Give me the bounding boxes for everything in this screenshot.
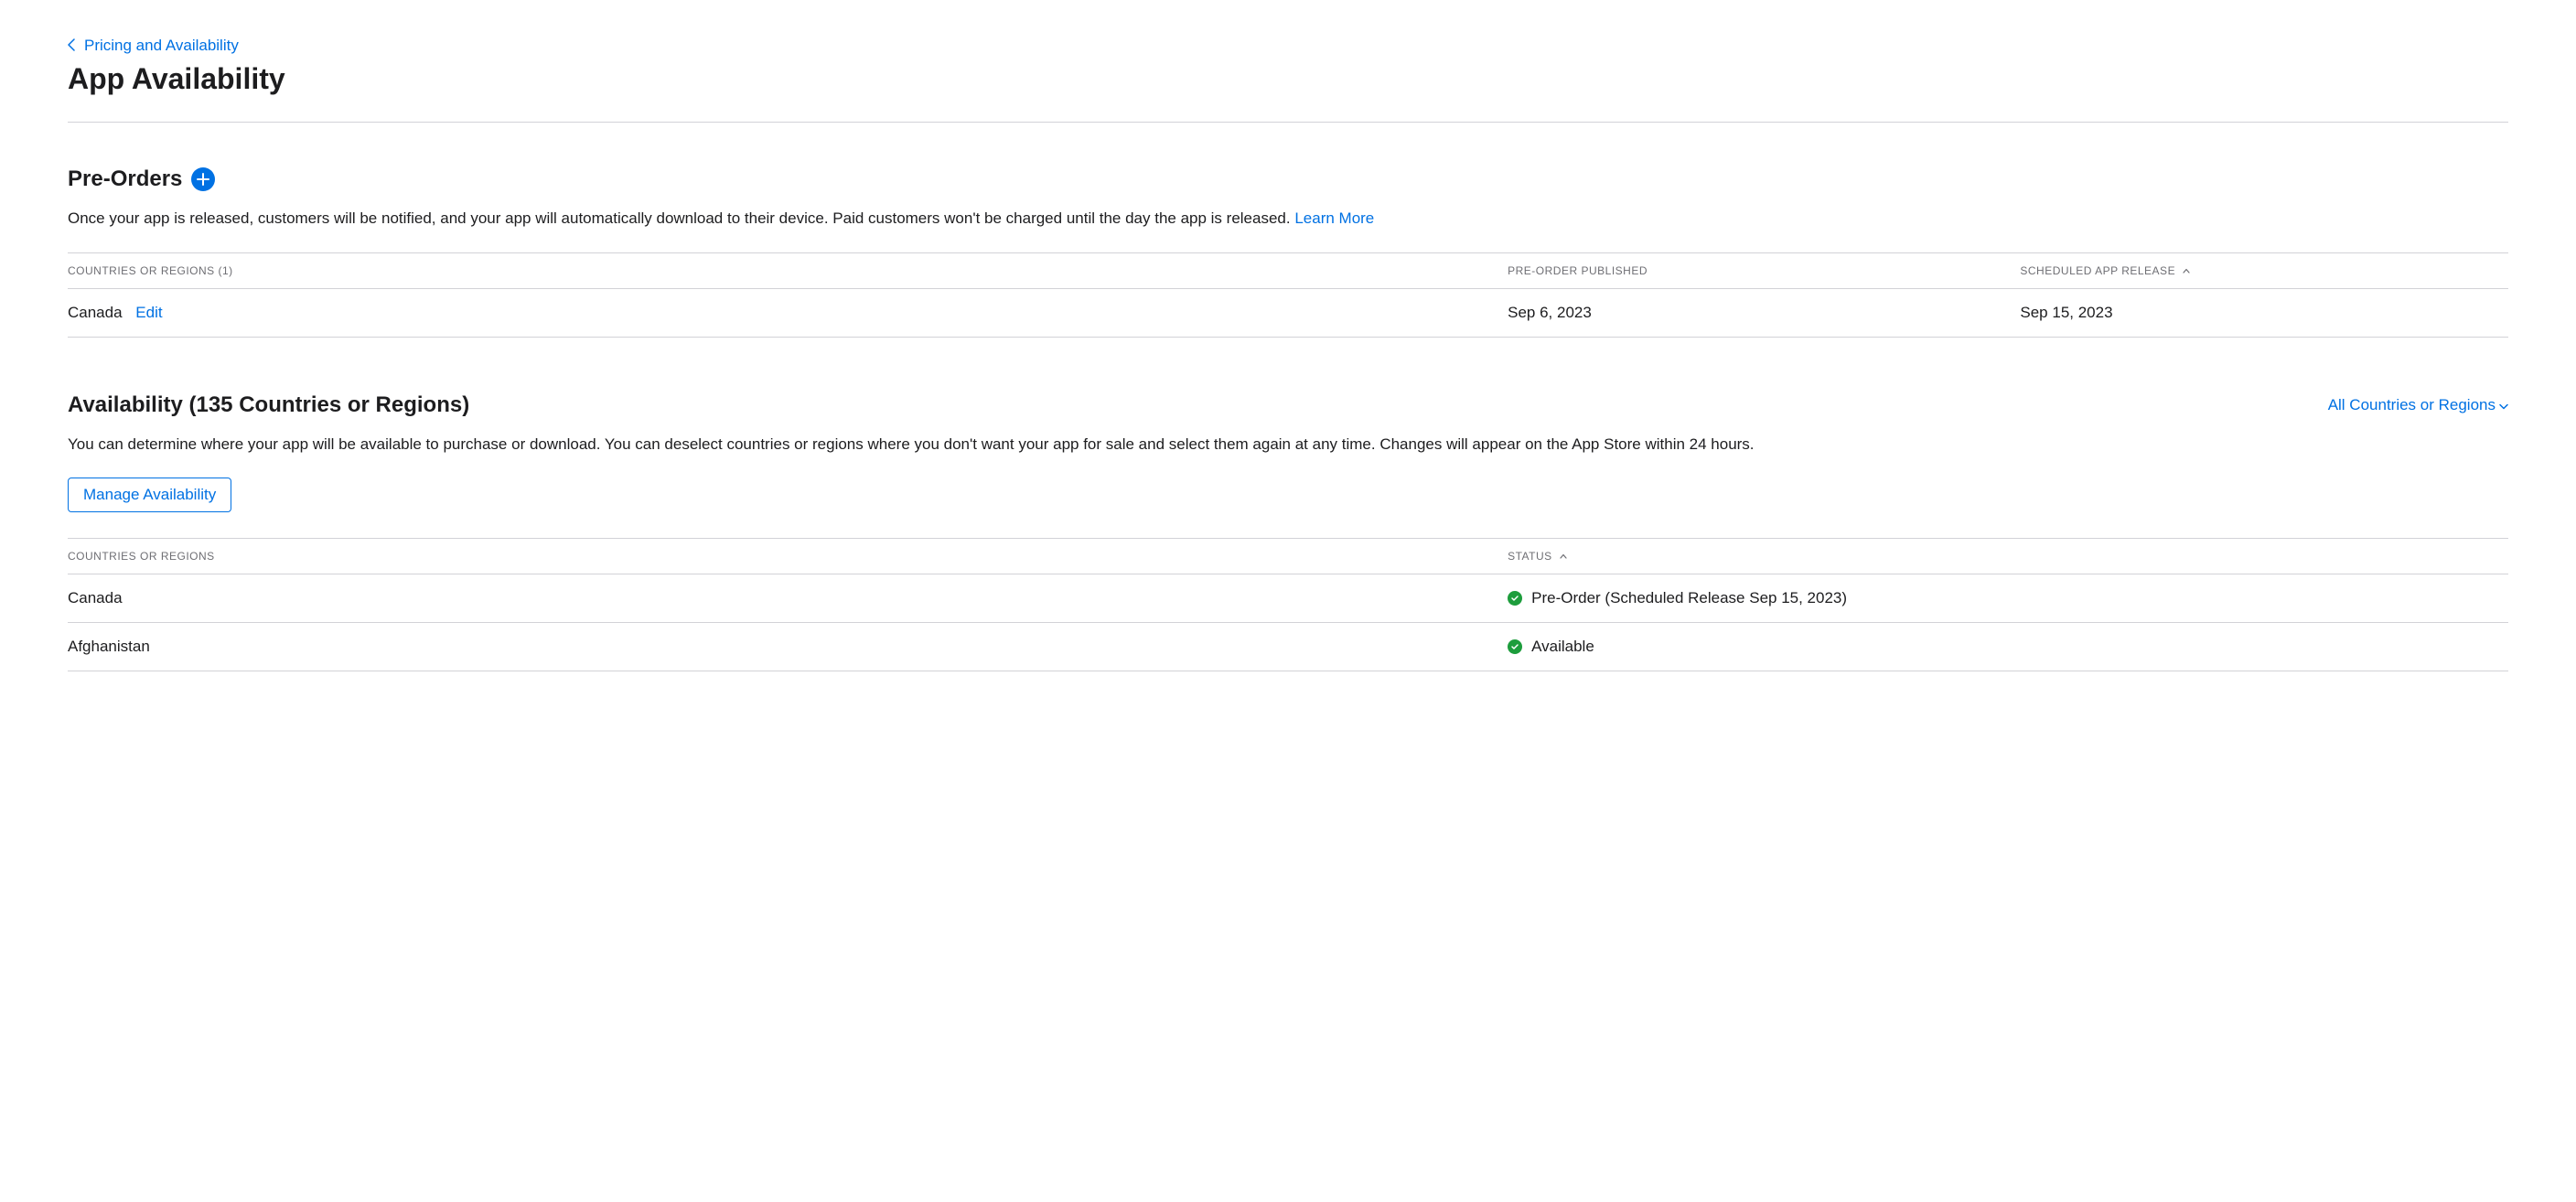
- add-preorder-button[interactable]: [191, 167, 215, 191]
- filter-dropdown[interactable]: All Countries or Regions: [2328, 396, 2508, 414]
- preorders-header: Pre-Orders: [68, 166, 2508, 192]
- column-status-label: STATUS: [1508, 550, 1552, 563]
- country-name: Canada: [68, 574, 1508, 623]
- sort-ascending-icon: [1560, 552, 1567, 562]
- availability-title: Availability (135 Countries or Regions): [68, 392, 469, 418]
- column-countries-avail: COUNTRIES OR REGIONS: [68, 539, 1508, 574]
- filter-label: All Countries or Regions: [2328, 396, 2496, 414]
- chevron-left-icon: [68, 38, 75, 54]
- manage-availability-button[interactable]: Manage Availability: [68, 478, 231, 512]
- divider: [68, 122, 2508, 123]
- table-row: Canada Pre-Order (Scheduled Release Sep …: [68, 574, 2508, 623]
- country-name: Afghanistan: [68, 623, 1508, 671]
- status-text: Pre-Order (Scheduled Release Sep 15, 202…: [1531, 589, 1847, 607]
- column-countries: COUNTRIES OR REGIONS (1): [68, 252, 1508, 288]
- preorders-description-text: Once your app is released, customers wil…: [68, 209, 1294, 227]
- preorders-table: COUNTRIES OR REGIONS (1) PRE-ORDER PUBLI…: [68, 252, 2508, 338]
- sort-ascending-icon: [2183, 266, 2190, 276]
- breadcrumb[interactable]: Pricing and Availability: [68, 37, 2508, 55]
- availability-description: You can determine where your app will be…: [68, 433, 2508, 456]
- column-release[interactable]: SCHEDULED APP RELEASE: [2020, 252, 2508, 288]
- release-date: Sep 15, 2023: [2020, 288, 2508, 337]
- preorders-description: Once your app is released, customers wil…: [68, 207, 2508, 231]
- check-icon: [1508, 639, 1522, 654]
- availability-header: Availability (135 Countries or Regions) …: [68, 392, 2508, 418]
- learn-more-link[interactable]: Learn More: [1294, 209, 1374, 227]
- preorders-title: Pre-Orders: [68, 166, 182, 192]
- column-published: PRE-ORDER PUBLISHED: [1508, 252, 2020, 288]
- table-row: Afghanistan Available: [68, 623, 2508, 671]
- table-row: Canada Edit Sep 6, 2023 Sep 15, 2023: [68, 288, 2508, 337]
- availability-table: COUNTRIES OR REGIONS STATUS Canada Pre-O…: [68, 538, 2508, 671]
- chevron-down-icon: [2499, 396, 2508, 414]
- column-status[interactable]: STATUS: [1508, 539, 2508, 574]
- page-title: App Availability: [68, 62, 2508, 96]
- country-name: Canada: [68, 304, 123, 321]
- breadcrumb-parent-link[interactable]: Pricing and Availability: [84, 37, 239, 55]
- status-text: Available: [1531, 638, 1594, 656]
- edit-link[interactable]: Edit: [135, 304, 162, 321]
- published-date: Sep 6, 2023: [1508, 288, 2020, 337]
- check-icon: [1508, 591, 1522, 606]
- column-release-label: SCHEDULED APP RELEASE: [2020, 264, 2175, 277]
